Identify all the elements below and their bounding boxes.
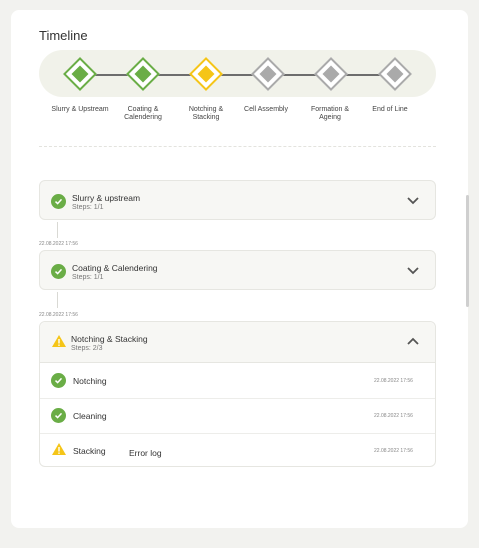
chevron-up-icon[interactable] (406, 337, 420, 346)
chevron-down-icon[interactable] (406, 266, 420, 275)
stage-name: Slurry & upstream (72, 193, 141, 203)
substep-name: Cleaning (73, 411, 107, 421)
stage-card-slurry[interactable]: Slurry & upstream Steps: 1/1 (39, 180, 436, 220)
step-label-coating: Coating & Calendering (124, 106, 162, 121)
substep-timestamp: 22.08.2022 17:56 (374, 448, 413, 454)
stage-steps: Steps: 2/3 (71, 345, 103, 352)
check-icon (51, 408, 66, 423)
page-title: Timeline (39, 28, 88, 43)
scrollbar[interactable] (466, 195, 469, 307)
step-label-notching: Notching & Stacking (188, 106, 224, 121)
stage-card-coating[interactable]: Coating & Calendering Steps: 1/1 (39, 250, 436, 290)
step-label-cell-assembly: Cell Assembly (244, 106, 288, 113)
stage-name: Notching & Stacking (71, 334, 148, 344)
stage-timestamp: 22.08.2022 17:56 (39, 312, 78, 318)
warning-icon (52, 443, 66, 455)
stage-connector (57, 222, 58, 238)
check-icon (51, 373, 66, 388)
stage-steps: Steps: 1/1 (72, 274, 104, 281)
warning-icon (52, 335, 66, 347)
substep-row-cleaning[interactable]: Cleaning 22.08.2022 17:56 (40, 398, 435, 434)
stage-name: Coating & Calendering (72, 263, 158, 273)
step-label-slurry: Slurry & Upstream (51, 106, 109, 113)
stage-timestamp: 22.08.2022 17:56 (39, 241, 78, 247)
substep-row-stacking[interactable]: Stacking Error log 22.08.2022 17:56 (40, 433, 435, 468)
stage-card-notching: Notching & Stacking Steps: 2/3 Notching … (39, 321, 436, 467)
error-log-link[interactable]: Error log (129, 448, 162, 458)
substep-timestamp: 22.08.2022 17:56 (374, 378, 413, 384)
step-label-formation: Formation & Ageing (310, 106, 350, 121)
substep-name: Notching (73, 376, 107, 386)
stage-header-notching[interactable]: Notching & Stacking Steps: 2/3 (40, 322, 435, 363)
section-divider (39, 146, 436, 148)
step-label-end-of-line: End of Line (372, 106, 408, 113)
stage-steps: Steps: 1/1 (72, 204, 104, 211)
chevron-down-icon[interactable] (406, 196, 420, 205)
check-icon (51, 194, 66, 209)
check-icon (51, 264, 66, 279)
substep-name: Stacking (73, 446, 106, 456)
substep-row-notching[interactable]: Notching 22.08.2022 17:56 (40, 363, 435, 399)
stage-connector (57, 292, 58, 308)
substep-timestamp: 22.08.2022 17:56 (374, 413, 413, 419)
